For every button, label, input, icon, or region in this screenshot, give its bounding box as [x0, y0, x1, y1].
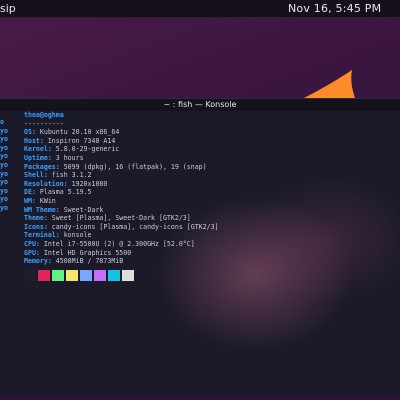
color-swatch: [108, 269, 120, 281]
info-value: fish 3.1.2: [51, 171, 92, 180]
info-key: OS:: [24, 128, 40, 137]
fragment-text: yo: [0, 135, 8, 144]
info-key: Memory:: [24, 257, 56, 266]
fragment-text: yo: [0, 178, 8, 187]
color-swatch: [52, 269, 64, 281]
terminal-output[interactable]: thea@oghma ---------- OS: Kubuntu 20.10 …: [24, 111, 400, 396]
color-swatch: [94, 269, 106, 281]
info-line: Host: Inspiron 7348 A14: [24, 137, 400, 146]
color-swatch: [122, 269, 134, 281]
info-line: Resolution: 1920x1080: [24, 180, 400, 189]
info-line: Icons: candy-icons [Plasma], candy-icons…: [24, 223, 400, 232]
fragment-text: yo: [0, 160, 8, 169]
info-line: Terminal: konsole: [24, 231, 400, 240]
color-swatch: [24, 269, 36, 281]
color-swatch: [38, 269, 50, 281]
info-value: 3 hours: [55, 153, 84, 162]
info-line: Shell: fish 3.1.2: [24, 171, 400, 180]
info-line: Uptime: 3 hours: [24, 154, 400, 163]
info-value: Intel HD Graphics 5500: [43, 248, 132, 257]
info-value: KWin: [39, 196, 56, 205]
desktop-bottom: [0, 395, 400, 400]
info-key: CPU:: [24, 239, 44, 248]
info-value: 5.8.0-29-generic: [55, 145, 120, 154]
konsole-titlebar[interactable]: ~ : fish — Konsole: [0, 99, 400, 111]
info-key: GPU:: [24, 248, 44, 257]
neofetch-separator: ----------: [24, 119, 64, 128]
fragment-text: yo: [0, 186, 8, 195]
info-value: Plasma 5.19.5: [39, 188, 92, 197]
info-line: CPU: Intel i7-5500U (2) @ 2.300GHz [52.0…: [24, 240, 400, 249]
info-value: 5099 (dpkg), 16 (flatpak), 19 (snap): [63, 162, 207, 171]
fragment-text: yo: [0, 195, 8, 204]
info-key: Uptime:: [24, 153, 56, 162]
color-swatch: [80, 269, 92, 281]
info-value: Kubuntu 20.10 x86_64: [39, 128, 120, 137]
info-value: konsole: [63, 231, 92, 240]
background-window-fragments: o yo yo yo yo yo yo yo yo yo yo: [0, 118, 8, 213]
info-line: GPU: Intel HD Graphics 5500: [24, 249, 400, 258]
top-panel: sip Nov 16, 5:45 PM: [0, 0, 400, 18]
info-key: Terminal:: [24, 231, 64, 240]
info-key: WM Theme:: [24, 205, 64, 214]
info-line: Packages: 5099 (dpkg), 16 (flatpak), 19 …: [24, 163, 400, 172]
fragment-text: yo: [0, 169, 8, 178]
info-key: Host:: [24, 136, 48, 145]
info-line: WM: KWin: [24, 197, 400, 206]
info-key: Icons:: [24, 222, 52, 231]
info-key: Shell:: [24, 171, 52, 180]
info-key: Theme:: [24, 214, 52, 223]
info-line: Kernel: 5.8.0-29-generic: [24, 145, 400, 154]
fragment-text: yo: [0, 203, 8, 212]
info-key: WM:: [24, 196, 40, 205]
info-value: candy-icons [Plasma], candy-icons [GTK2/…: [51, 222, 219, 231]
konsole-window[interactable]: ~ : fish — Konsole thea@oghma ----------…: [0, 98, 400, 396]
info-value: Intel i7-5500U (2) @ 2.300GHz [52.0°C]: [43, 239, 195, 248]
color-swatches: [24, 269, 400, 281]
fragment-text: yo: [0, 126, 8, 135]
info-key: Kernel:: [24, 145, 56, 154]
info-line: DE: Plasma 5.19.5: [24, 188, 400, 197]
info-key: DE:: [24, 188, 40, 197]
info-value: Sweet-Dark: [63, 205, 104, 214]
info-value: Inspiron 7348 A14: [47, 136, 116, 145]
info-line: OS: Kubuntu 20.10 x86_64: [24, 128, 400, 137]
info-key: Resolution:: [24, 179, 72, 188]
info-value: Sweet [Plasma], Sweet-Dark [GTK2/3]: [51, 214, 191, 223]
fragment-text: yo: [0, 152, 8, 161]
panel-clock[interactable]: Nov 16, 5:45 PM: [288, 2, 381, 15]
color-swatch: [66, 269, 78, 281]
info-key: Packages:: [24, 162, 64, 171]
fragment-text: yo: [0, 143, 8, 152]
fragment-text: o: [0, 118, 4, 126]
neofetch-header: thea@oghma: [24, 111, 64, 119]
info-line: Theme: Sweet [Plasma], Sweet-Dark [GTK2/…: [24, 214, 400, 223]
info-line: WM Theme: Sweet-Dark: [24, 206, 400, 215]
neofetch-info: OS: Kubuntu 20.10 x86_64 Host: Inspiron 7…: [24, 128, 400, 266]
panel-app-label[interactable]: sip: [0, 2, 16, 15]
info-line: Memory: 4508MiB / 7873MiB: [24, 257, 400, 266]
info-value: 4508MiB / 7873MiB: [55, 257, 124, 266]
info-value: 1920x1080: [71, 179, 108, 188]
